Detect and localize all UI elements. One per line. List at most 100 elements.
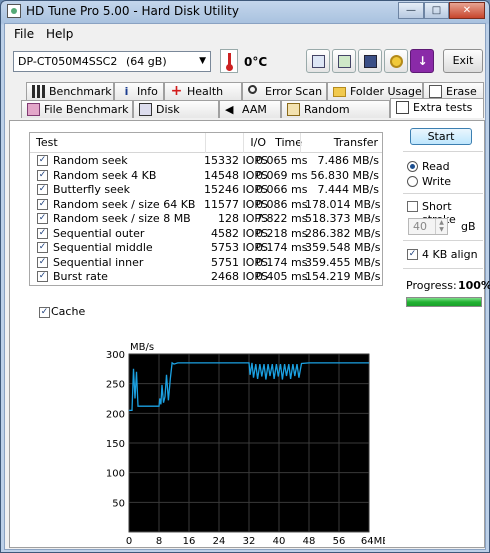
table-row[interactable]: ✓ Random seek 4 KB 14548 IOPS 0.069 ms 56.83… — [30, 169, 382, 183]
download-arrow-icon: ↓ — [417, 54, 428, 68]
benchmark-icon — [32, 85, 45, 98]
time-value: 0.066 ms — [256, 183, 308, 196]
table-row[interactable]: ✓ Sequential outer 4582 IOPS 0.218 ms 286.38… — [30, 227, 382, 241]
row-checkbox[interactable]: ✓ — [37, 184, 48, 195]
row-checkbox[interactable]: ✓ — [37, 242, 48, 253]
table-row[interactable]: ✓ Random seek 15332 IOPS 0.065 ms 7.486 MB/s — [30, 154, 382, 168]
cache-label: Cache — [51, 305, 86, 318]
spin-arrows-icon[interactable]: ▲ ▼ — [435, 219, 447, 234]
row-checkbox[interactable]: ✓ — [37, 169, 48, 181]
erase-icon — [429, 85, 442, 98]
tab-random-access[interactable]: Random Access — [281, 100, 390, 133]
table-row[interactable]: ✓ Random seek / size 8 MB 128 IOPS 7.822 ms… — [30, 212, 382, 226]
cache-checkbox[interactable]: ✓ — [39, 307, 50, 318]
title-bar[interactable]: HD Tune Pro 5.00 - Hard Disk Utility — □… — [1, 1, 489, 23]
time-value: 0.174 ms — [256, 255, 308, 269]
tab-label: Extra tests — [413, 101, 473, 114]
copy-info-button[interactable] — [306, 49, 330, 73]
app-window: HD Tune Pro 5.00 - Hard Disk Utility — □… — [0, 0, 490, 553]
tab-health[interactable]: + Health — [164, 82, 242, 100]
tab-extra-tests[interactable]: Extra tests — [390, 98, 484, 118]
transfer-value: 56.830 MB/s — [310, 168, 379, 182]
row-checkbox[interactable]: ✓ — [37, 213, 48, 224]
test-name: Butterfly seek — [53, 183, 131, 196]
tab-file-benchmark[interactable]: File Benchmark — [21, 100, 133, 118]
io-value: 14548 IOPS — [203, 168, 268, 182]
speaker-icon: ◀ — [225, 103, 234, 116]
io-value: 11577 IOPS — [203, 197, 268, 211]
download-button[interactable]: ↓ — [410, 49, 434, 73]
column-divider — [205, 133, 206, 153]
short-stroke-value: 40 — [413, 220, 427, 233]
column-transfer: Transfer — [333, 136, 378, 149]
progress-fill — [407, 298, 481, 306]
column-test: Test — [36, 136, 58, 149]
random-access-icon — [287, 103, 300, 116]
tab-disk-monitor[interactable]: Disk monitor — [133, 100, 219, 133]
test-name: Sequential outer — [53, 226, 145, 240]
close-button[interactable]: ✕ — [449, 2, 485, 19]
x-tick-label: 48 — [303, 536, 316, 546]
copy-screenshot-button[interactable] — [332, 49, 356, 73]
divider — [403, 151, 483, 152]
floppy-icon — [364, 55, 377, 68]
row-checkbox[interactable]: ✓ — [37, 227, 48, 239]
start-button[interactable]: Start — [410, 128, 472, 145]
io-value: 128 IOPS — [217, 212, 268, 225]
x-tick-label: 40 — [273, 536, 286, 546]
tab-aam[interactable]: ◀ AAM — [219, 100, 281, 118]
align-label: 4 KB align — [422, 248, 478, 261]
minimize-button[interactable]: — — [398, 2, 424, 19]
tab-strip: Benchmark i Info + Health Error Scan Folde… — [9, 80, 485, 133]
row-checkbox[interactable]: ✓ — [37, 256, 48, 268]
gears-icon — [390, 55, 403, 68]
time-value: 0.086 ms — [256, 197, 308, 211]
tab-info[interactable]: i Info — [114, 82, 164, 100]
write-label: Write — [422, 175, 452, 188]
tab-label: Error Scan — [265, 85, 323, 98]
thermometer-icon — [220, 49, 238, 73]
drive-select[interactable]: DP-CT050M4SSC2 (64 gB) ▼ — [13, 51, 211, 72]
short-stroke-unit: gB — [461, 220, 476, 233]
menu-file[interactable]: File — [14, 27, 34, 41]
options-button[interactable] — [384, 49, 408, 73]
align-checkbox[interactable]: ✓ — [407, 249, 418, 260]
menu-bar: File Help — [5, 24, 485, 43]
test-name: Random seek 4 KB — [53, 168, 157, 182]
io-value: 5751 IOPS — [210, 255, 268, 269]
divider — [403, 240, 483, 241]
transfer-value: 518.373 MB/s — [305, 212, 381, 225]
write-radio[interactable] — [407, 176, 418, 187]
maximize-button[interactable]: □ — [424, 2, 449, 19]
exit-button[interactable]: Exit — [443, 49, 483, 73]
tab-error-scan[interactable]: Error Scan — [242, 82, 327, 100]
short-stroke-size-input[interactable]: 40 ▲ ▼ — [408, 218, 448, 235]
time-value: 0.405 ms — [256, 270, 308, 283]
tab-label: File Benchmark — [44, 103, 129, 116]
tab-label: Benchmark — [49, 85, 112, 98]
short-stroke-checkbox[interactable] — [407, 201, 418, 212]
table-row[interactable]: ✓ Burst rate 2468 IOPS 0.405 ms 154.219 MB/s — [30, 270, 382, 284]
row-checkbox[interactable]: ✓ — [37, 271, 48, 282]
table-row[interactable]: ✓ Sequential middle 5753 IOPS 0.174 ms 359.5… — [30, 241, 382, 255]
divider — [403, 268, 483, 269]
save-button[interactable] — [358, 49, 382, 73]
monitor-icon — [139, 103, 152, 116]
table-row[interactable]: ✓ Sequential inner 5751 IOPS 0.174 ms 359.45… — [30, 256, 382, 270]
read-radio[interactable] — [407, 161, 418, 172]
io-value: 4582 IOPS — [210, 226, 268, 240]
x-tick-label: 56 — [333, 536, 346, 546]
column-time: Time — [275, 136, 302, 149]
test-name: Sequential middle — [53, 241, 153, 254]
time-value: 7.822 ms — [256, 212, 308, 225]
row-checkbox[interactable]: ✓ — [37, 155, 48, 166]
column-divider — [243, 133, 244, 153]
io-value: 2468 IOPS — [210, 270, 268, 283]
x-tick-label: 32 — [243, 536, 256, 546]
table-row[interactable]: ✓ Butterfly seek 15246 IOPS 0.066 ms 7.444 M… — [30, 183, 382, 197]
table-row[interactable]: ✓ Random seek / size 64 KB 11577 IOPS 0.086… — [30, 198, 382, 212]
time-value: 0.065 ms — [256, 154, 308, 167]
menu-help[interactable]: Help — [46, 27, 73, 41]
tab-benchmark[interactable]: Benchmark — [26, 82, 114, 100]
row-checkbox[interactable]: ✓ — [37, 198, 48, 210]
